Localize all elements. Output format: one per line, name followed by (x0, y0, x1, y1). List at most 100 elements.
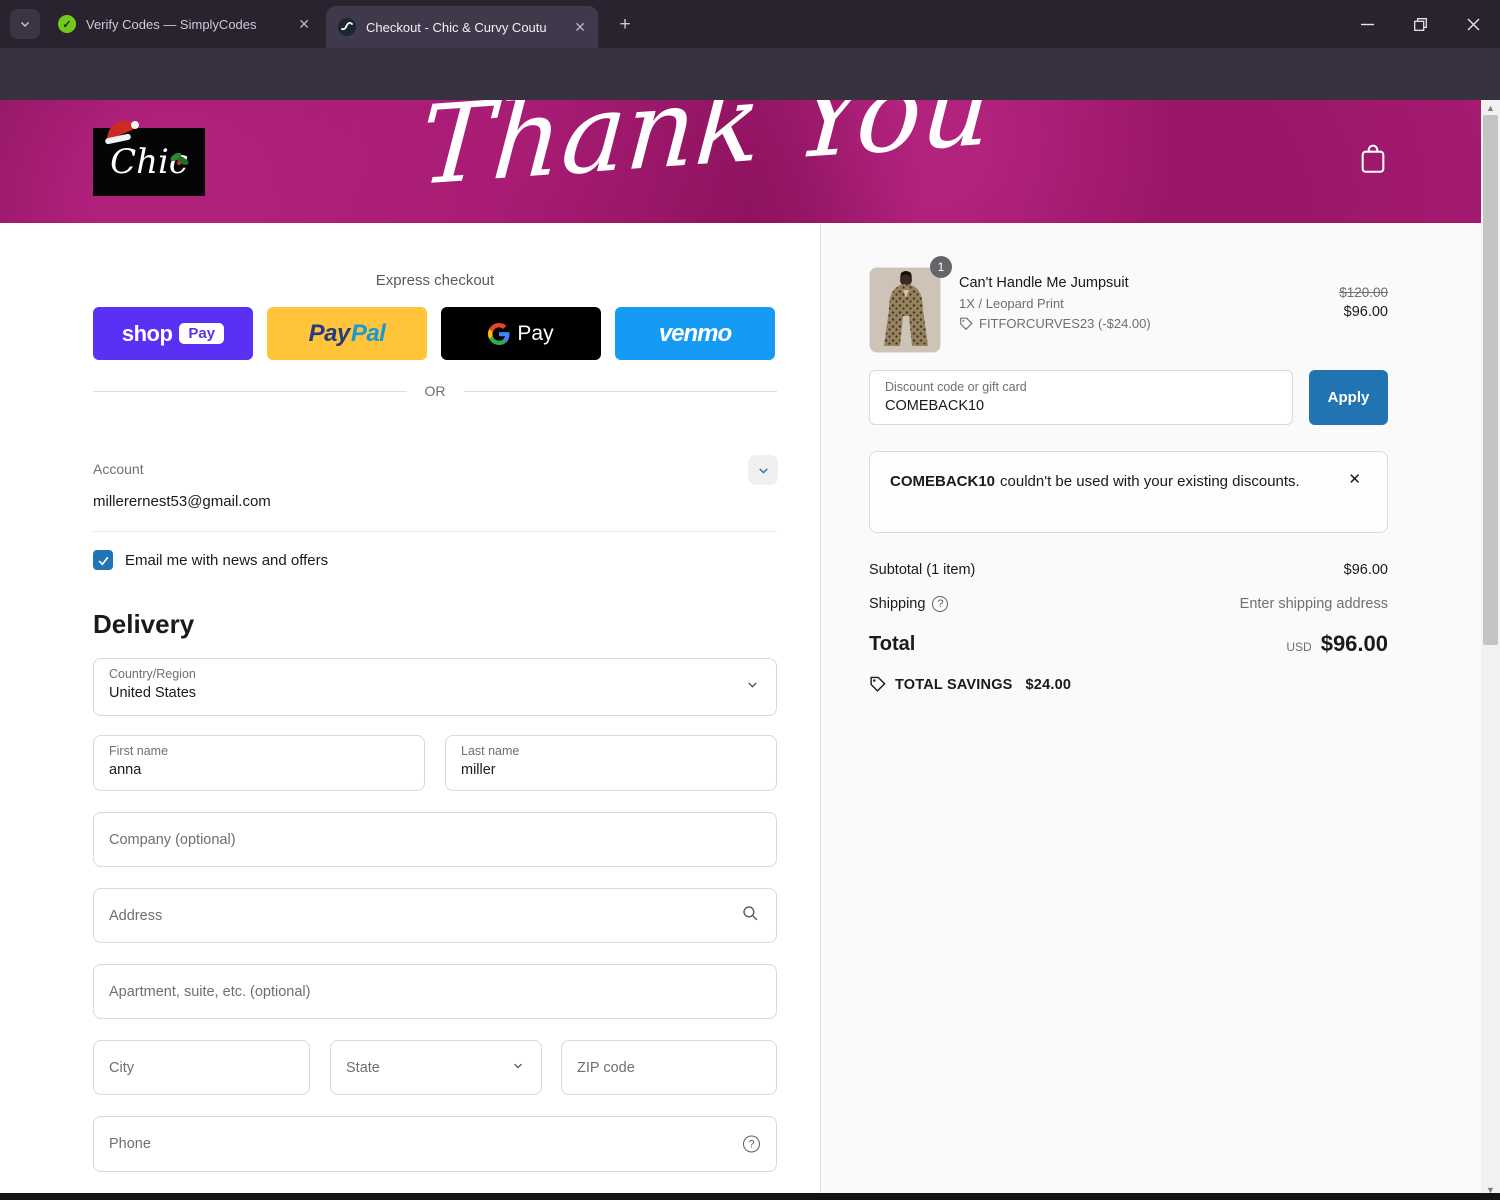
gpay-wordmark: Pay (517, 321, 554, 345)
tab-checkout[interactable]: Checkout - Chic & Curvy Coutu ✕ (326, 6, 598, 48)
tab-verify-codes[interactable]: ✓ Verify Codes — SimplyCodes ✕ (46, 0, 322, 48)
holly-icon (170, 152, 189, 166)
google-pay-button[interactable]: Pay (441, 307, 601, 360)
shipping-value: Enter shipping address (1239, 596, 1388, 612)
zip-input[interactable] (562, 1041, 776, 1094)
address-field[interactable] (93, 888, 777, 943)
country-value: United States (109, 685, 197, 701)
original-price: $120.00 (1339, 285, 1388, 300)
state-select[interactable]: State (330, 1040, 542, 1095)
last-name-field[interactable]: Last name miller (445, 735, 777, 791)
account-label: Account (93, 461, 144, 477)
google-g-icon (488, 322, 510, 345)
minimize-icon (1360, 23, 1374, 25)
chevron-down-icon (745, 677, 760, 697)
paypal-wordmark: Pal (350, 319, 386, 347)
product-thumbnail: 1 (869, 256, 952, 353)
venmo-button[interactable]: venmo (615, 307, 775, 360)
total-row: Total USD $96.00 (869, 631, 1388, 657)
account-email: millerernest53@gmail.com (93, 493, 271, 510)
city-field[interactable] (93, 1040, 310, 1095)
shipping-help-icon[interactable]: ? (932, 596, 949, 612)
zip-field[interactable] (561, 1040, 777, 1095)
chevron-down-icon (758, 467, 768, 474)
discount-label: Discount code or gift card (885, 380, 1027, 394)
company-field[interactable] (93, 812, 777, 867)
close-icon (1467, 18, 1479, 30)
shop-pay-button[interactable]: shop Pay (93, 307, 253, 360)
company-input[interactable] (94, 813, 776, 866)
store-banner: Thank You Chic (0, 100, 1481, 223)
simplycodes-favicon: ✓ (58, 15, 76, 33)
discount-code-field[interactable]: Discount code or gift card COMEBACK10 (869, 370, 1293, 425)
restore-icon (1413, 17, 1427, 31)
country-select[interactable]: Country/Region United States (93, 658, 777, 716)
apartment-field[interactable] (93, 964, 777, 1019)
bottom-edge-bar (0, 1193, 1500, 1200)
newsletter-checkbox[interactable] (93, 550, 113, 570)
new-tab-button[interactable]: + (612, 12, 638, 38)
newsletter-row: Email me with news and offers (93, 550, 777, 570)
phone-field[interactable]: ? (93, 1116, 777, 1172)
store-logo[interactable]: Chic (93, 120, 205, 196)
or-divider: OR (93, 383, 777, 399)
tab-close-icon[interactable]: ✕ (298, 16, 310, 33)
scroll-up-arrow[interactable]: ▲ (1481, 100, 1500, 115)
subtotal-value: $96.00 (1343, 562, 1388, 578)
discount-value: COMEBACK10 (885, 398, 985, 414)
address-input[interactable] (94, 889, 776, 942)
error-close-icon[interactable]: ✕ (1348, 468, 1361, 493)
product-info: Can't Handle Me Jumpsuit 1X / Leopard Pr… (959, 275, 1239, 331)
city-input[interactable] (94, 1041, 309, 1094)
country-label: Country/Region (109, 667, 196, 681)
apply-button[interactable]: Apply (1309, 370, 1388, 425)
apply-label: Apply (1327, 389, 1370, 406)
globe-icon (338, 18, 356, 36)
shop-wordmark: shop (121, 320, 173, 346)
checkout-form-pane: Express checkout shop Pay Pay Pal Pay ve… (0, 223, 820, 1200)
banner-script-text: Thank You (416, 100, 996, 210)
quantity-badge: 1 (930, 256, 952, 278)
phone-input[interactable] (94, 1117, 776, 1171)
subtotal-label: Subtotal (1 item) (869, 562, 976, 578)
venmo-wordmark: venmo (658, 319, 732, 347)
browser-tab-strip: ✓ Verify Codes — SimplyCodes ✕ Checkout … (0, 0, 1500, 48)
phone-help-icon[interactable]: ? (743, 1135, 760, 1153)
apartment-input[interactable] (94, 965, 776, 1018)
tab-title: Verify Codes — SimplyCodes (86, 16, 257, 32)
shop-pay-chip: Pay (179, 323, 225, 344)
applied-discount-row: FITFORCURVES23 (-$24.00) (959, 316, 1239, 331)
total-value: $96.00 (1320, 631, 1388, 656)
subtotal-row: Subtotal (1 item) $96.00 (869, 562, 1388, 578)
express-pay-buttons: shop Pay Pay Pal Pay venmo (93, 307, 777, 360)
chevron-down-icon (511, 1058, 525, 1077)
account-expand-button[interactable] (748, 455, 778, 485)
express-checkout-label: Express checkout (375, 272, 495, 289)
shipping-label: Shipping (869, 596, 926, 612)
savings-label: TOTAL SAVINGS (895, 676, 1013, 693)
currency-code: USD (1286, 640, 1312, 654)
tab-title: Checkout - Chic & Curvy Coutu (366, 19, 547, 35)
first-name-value: anna (109, 762, 142, 778)
product-variant: 1X / Leopard Print (959, 296, 1064, 311)
paypal-wordmark: Pay (308, 319, 351, 347)
page-scrollbar[interactable]: ▲ ▼ (1481, 100, 1500, 1200)
tab-search-button[interactable] (10, 9, 40, 39)
newsletter-label: Email me with news and offers (125, 551, 329, 569)
window-close-button[interactable] (1450, 0, 1496, 48)
total-savings-row: TOTAL SAVINGS $24.00 (869, 676, 1071, 693)
window-minimize-button[interactable] (1344, 0, 1390, 48)
paypal-button[interactable]: Pay Pal (267, 307, 427, 360)
browser-toolbar: chiccurvyboutique.com/checkouts/cn/Z2NwL… (0, 48, 1500, 140)
first-name-field[interactable]: First name anna (93, 735, 425, 791)
first-name-label: First name (109, 744, 169, 758)
scrollbar-thumb[interactable] (1483, 115, 1498, 645)
state-placeholder: State (346, 1059, 380, 1076)
cart-button[interactable] (1358, 142, 1392, 180)
tab-close-icon[interactable]: ✕ (574, 19, 586, 36)
tag-icon (870, 676, 886, 692)
discount-error-banner: COMEBACK10 couldn't be used with your exi… (869, 451, 1388, 533)
window-restore-button[interactable] (1397, 0, 1443, 48)
error-code: COMEBACK10 (890, 473, 996, 490)
cart-bag-icon (1361, 144, 1385, 173)
